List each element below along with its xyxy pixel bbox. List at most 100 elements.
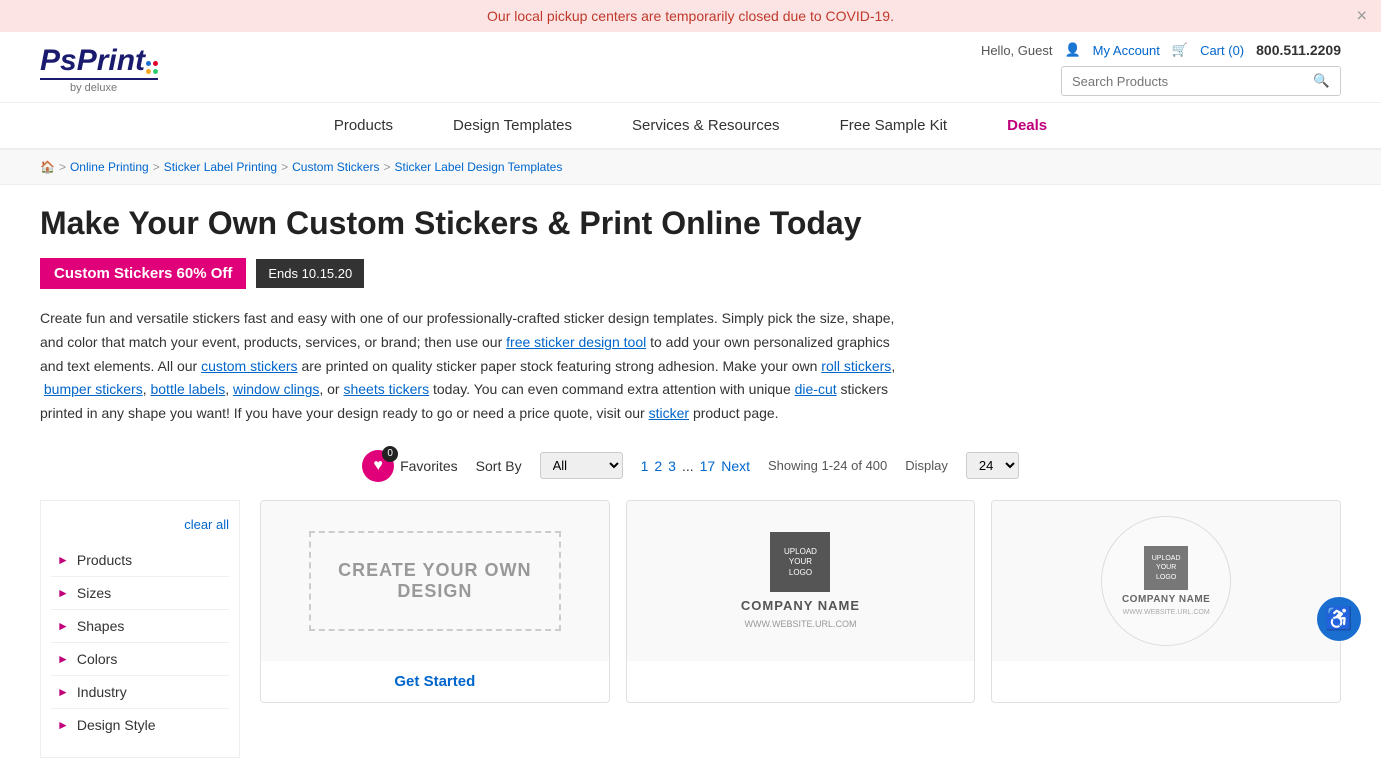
sidebar-clear-button[interactable]: clear all <box>51 517 229 532</box>
product-card-company-oval: UPLOAD YOUR LOGO COMPANY NAME WWW.WEBSIT… <box>991 500 1341 703</box>
page-ellipsis: ... <box>682 458 694 474</box>
upload-logo-text: UPLOAD YOUR LOGO <box>784 547 817 578</box>
page-1[interactable]: 1 <box>641 458 649 474</box>
promo-badge: Custom Stickers 60% Off Ends 10.15.20 <box>40 258 364 289</box>
nav-design-templates[interactable]: Design Templates <box>423 103 602 148</box>
nav-services-resources[interactable]: Services & Resources <box>602 103 810 148</box>
search-bar: 🔍 <box>1061 66 1341 96</box>
link-free-sticker-design-tool[interactable]: free sticker design tool <box>506 334 646 350</box>
sidebar: clear all ► Products ► Sizes ► Shapes ► … <box>40 500 240 758</box>
sidebar-label-shapes: Shapes <box>77 618 124 634</box>
display-label: Display <box>905 458 948 473</box>
nav-products[interactable]: Products <box>304 103 423 148</box>
product-card-company-rect: UPLOAD YOUR LOGO COMPANY NAME WWW.WEBSIT… <box>626 500 976 703</box>
link-bottle-labels[interactable]: bottle labels <box>150 381 225 397</box>
sidebar-item-shapes[interactable]: ► Shapes <box>51 610 229 643</box>
link-sheets-tickers[interactable]: sheets tickers <box>343 381 429 397</box>
sidebar-label-design-style: Design Style <box>77 717 156 733</box>
arrow-icon-design-style: ► <box>57 718 69 732</box>
oval-upload-box: UPLOAD YOUR LOGO <box>1144 546 1188 590</box>
arrow-icon-industry: ► <box>57 685 69 699</box>
breadcrumb-sticker-label-design-templates[interactable]: Sticker Label Design Templates <box>394 160 562 174</box>
sidebar-item-products[interactable]: ► Products <box>51 544 229 577</box>
arrow-icon-colors: ► <box>57 652 69 666</box>
breadcrumb-online-printing[interactable]: Online Printing <box>70 160 149 174</box>
page-next[interactable]: Next <box>721 458 750 474</box>
description: Create fun and versatile stickers fast a… <box>40 307 900 426</box>
product-card-img-create-own: CREATE YOUR OWN DESIGN <box>261 501 609 661</box>
accessibility-button[interactable]: ♿ <box>1317 597 1361 641</box>
favorites-count: 0 <box>382 446 398 462</box>
covid-message: Our local pickup centers are temporarily… <box>487 8 894 24</box>
home-icon[interactable]: 🏠 <box>40 160 55 174</box>
dot-green <box>153 69 158 74</box>
card-action-create-own: Get Started <box>261 661 609 702</box>
sidebar-item-colors[interactable]: ► Colors <box>51 643 229 676</box>
oval-card-inner: UPLOAD YOUR LOGO COMPANY NAME WWW.WEBSIT… <box>1101 516 1231 646</box>
breadcrumb-custom-stickers[interactable]: Custom Stickers <box>292 160 379 174</box>
logo-byline: by deluxe <box>70 82 117 94</box>
covid-close-button[interactable]: × <box>1356 6 1367 27</box>
search-input[interactable] <box>1062 68 1303 95</box>
arrow-icon-products: ► <box>57 553 69 567</box>
upload-logo-box: UPLOAD YOUR LOGO <box>770 532 830 592</box>
oval-company-name: COMPANY NAME <box>1122 594 1210 605</box>
accessibility-icon: ♿ <box>1325 606 1352 632</box>
pagination: 1 2 3 ... 17 Next <box>641 458 750 474</box>
create-own-box: CREATE YOUR OWN DESIGN <box>309 531 562 631</box>
cart-icon: 🛒 <box>1172 42 1188 58</box>
logo[interactable]: PsPrint by deluxe <box>40 44 158 94</box>
sort-bar: ♥ 0 Favorites Sort By All Newest Popular… <box>40 450 1341 482</box>
sidebar-item-design-style[interactable]: ► Design Style <box>51 709 229 741</box>
link-custom-stickers[interactable]: custom stickers <box>201 358 297 374</box>
sidebar-label-products: Products <box>77 552 132 568</box>
get-started-button[interactable]: Get Started <box>394 673 475 690</box>
covid-banner: Our local pickup centers are temporarily… <box>0 0 1381 32</box>
sort-by-label: Sort By <box>476 458 522 474</box>
nav: Products Design Templates Services & Res… <box>0 103 1381 150</box>
sort-select[interactable]: All Newest Popular <box>540 452 623 479</box>
page-3[interactable]: 3 <box>668 458 676 474</box>
main-content: Make Your Own Custom Stickers & Print On… <box>0 185 1381 778</box>
display-select[interactable]: 24 48 96 <box>966 452 1019 479</box>
dot-yellow <box>146 69 151 74</box>
promo-ends: Ends 10.15.20 <box>256 259 364 288</box>
page-title: Make Your Own Custom Stickers & Print On… <box>40 205 1341 242</box>
breadcrumb-sticker-label-printing[interactable]: Sticker Label Printing <box>164 160 277 174</box>
company-url-text: WWW.WEBSITE.URL.COM <box>744 619 856 629</box>
favorites-label: Favorites <box>400 458 458 474</box>
promo-label: Custom Stickers 60% Off <box>40 258 246 289</box>
my-account-link[interactable]: My Account <box>1093 43 1160 58</box>
favorites-button[interactable]: ♥ 0 Favorites <box>362 450 458 482</box>
showing-count: Showing 1-24 of 400 <box>768 458 887 473</box>
logo-text: PsPrint <box>40 44 145 78</box>
link-sticker[interactable]: sticker <box>649 405 689 421</box>
nav-bar: Products Design Templates Services & Res… <box>0 103 1381 150</box>
link-roll-stickers[interactable]: roll stickers <box>821 358 891 374</box>
sidebar-label-colors: Colors <box>77 651 117 667</box>
product-card-img-company-oval: UPLOAD YOUR LOGO COMPANY NAME WWW.WEBSIT… <box>992 501 1340 661</box>
page-17[interactable]: 17 <box>700 458 716 474</box>
link-die-cut[interactable]: die-cut <box>795 381 837 397</box>
arrow-icon-sizes: ► <box>57 586 69 600</box>
sidebar-item-industry[interactable]: ► Industry <box>51 676 229 709</box>
company-name-text: COMPANY NAME <box>741 598 860 613</box>
dot-blue <box>146 61 151 66</box>
search-button[interactable]: 🔍 <box>1303 67 1340 95</box>
dot-red <box>153 61 158 66</box>
cart-link[interactable]: Cart (0) <box>1200 43 1244 58</box>
product-grid: CREATE YOUR OWN DESIGN Get Started UPLOA… <box>240 500 1341 703</box>
nav-deals[interactable]: Deals <box>977 103 1077 148</box>
product-card-create-own: CREATE YOUR OWN DESIGN Get Started <box>260 500 610 703</box>
page-2[interactable]: 2 <box>654 458 662 474</box>
link-bumper-stickers[interactable]: bumper stickers <box>44 381 143 397</box>
link-window-clings[interactable]: window clings <box>233 381 319 397</box>
sidebar-item-sizes[interactable]: ► Sizes <box>51 577 229 610</box>
arrow-icon-shapes: ► <box>57 619 69 633</box>
logo-dots <box>146 61 158 74</box>
phone-number: 800.511.2209 <box>1256 42 1341 58</box>
header-right: Hello, Guest 👤 My Account 🛒 Cart (0) 800… <box>981 42 1341 96</box>
nav-free-sample-kit[interactable]: Free Sample Kit <box>810 103 978 148</box>
create-own-text: CREATE YOUR OWN DESIGN <box>311 560 560 602</box>
content-area: clear all ► Products ► Sizes ► Shapes ► … <box>40 500 1341 758</box>
